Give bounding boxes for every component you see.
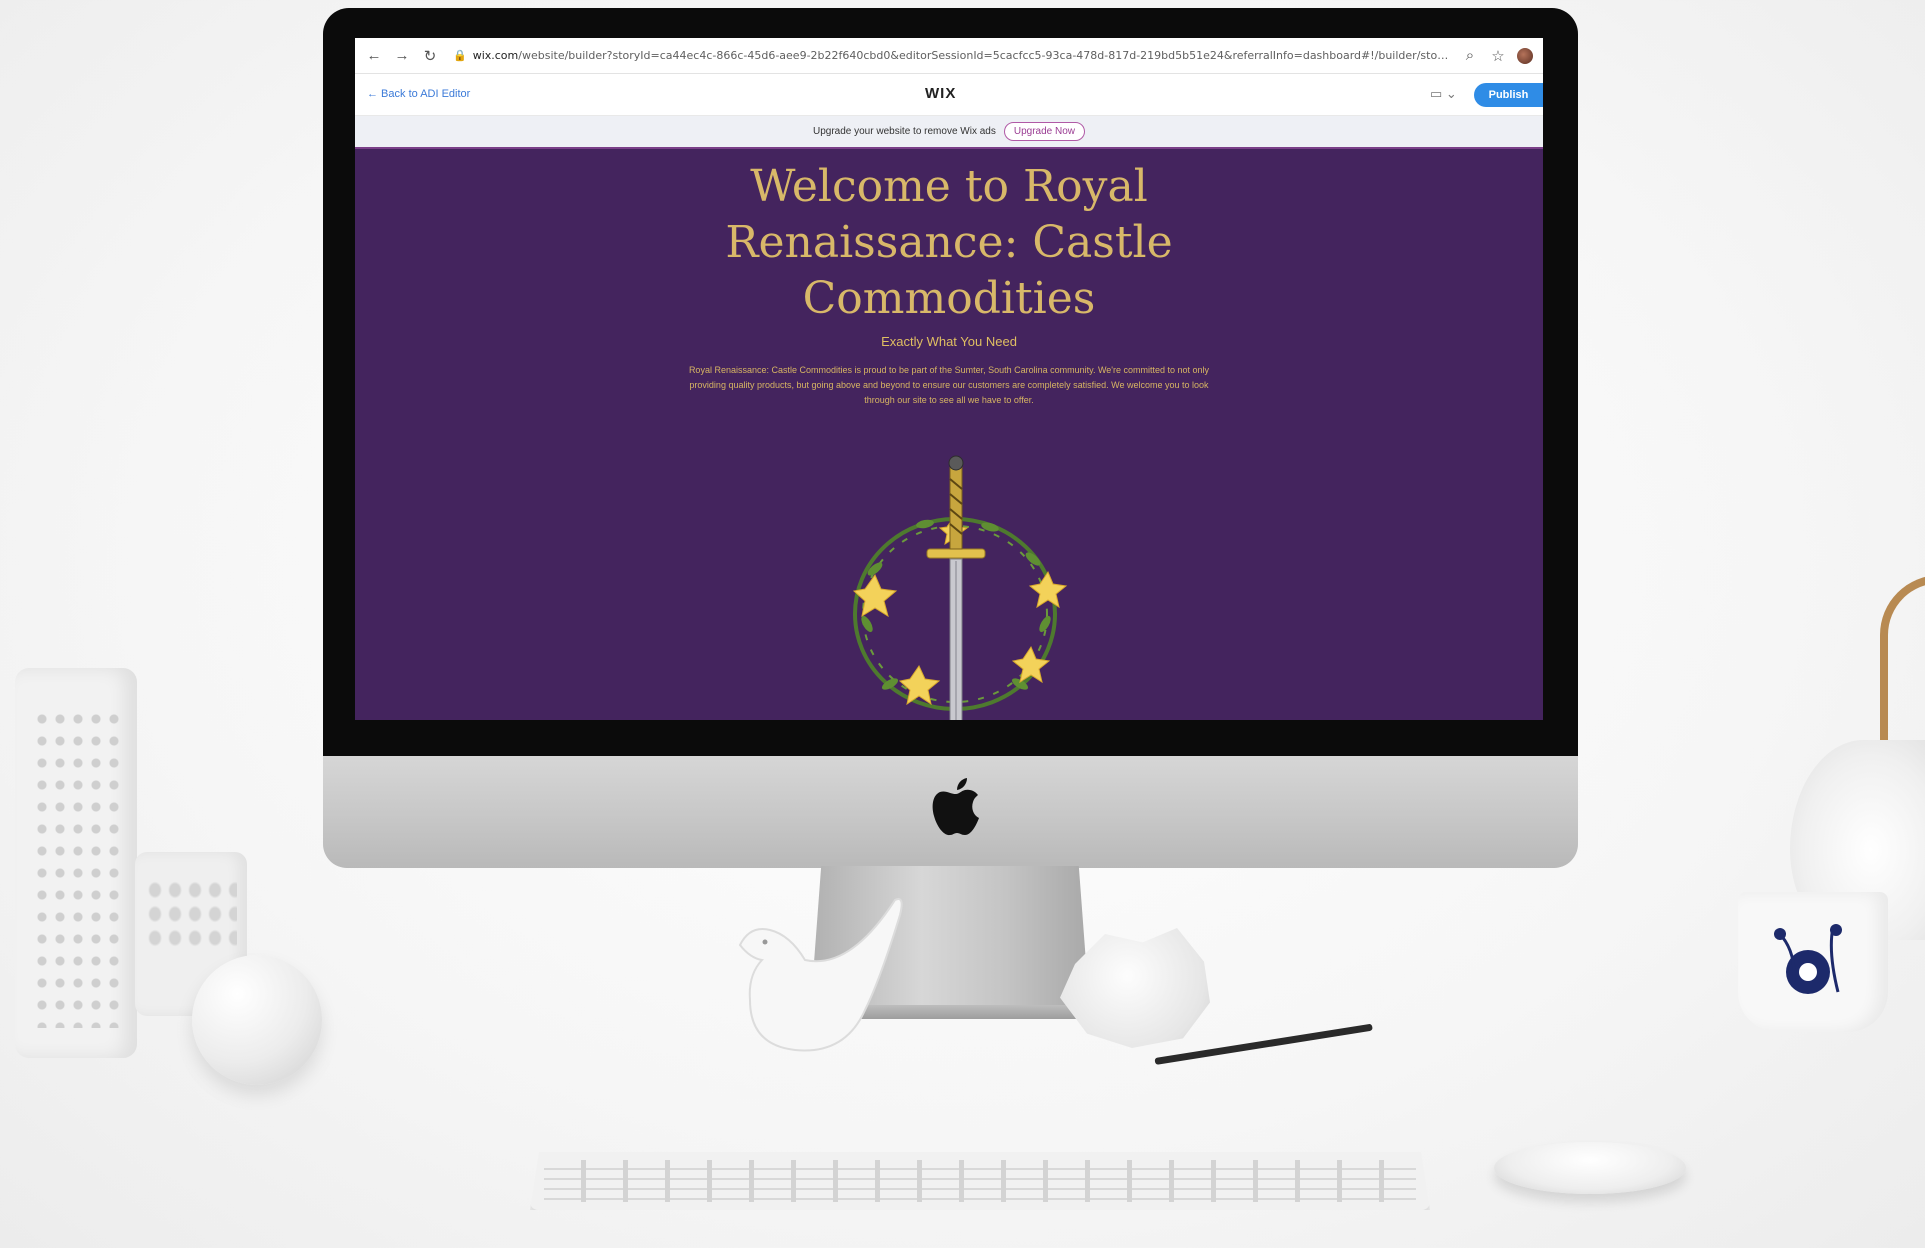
reload-icon[interactable]: ↻ xyxy=(421,47,439,65)
wix-ads-banner: Upgrade your website to remove Wix ads U… xyxy=(355,116,1543,149)
url-host: wix.com xyxy=(472,48,519,62)
wix-editor-header: ← Back to ADI Editor WIX ▭ ⌄ Publish xyxy=(355,74,1543,116)
wix-logo: WIX xyxy=(925,85,957,102)
blue-pattern-cup xyxy=(1738,892,1888,1032)
device-toggle-icon[interactable]: ▭ ⌄ xyxy=(1430,86,1457,102)
site-hero-section: Welcome to Royal Renaissance: Castle Com… xyxy=(355,149,1543,720)
back-to-adi-editor-link[interactable]: ← Back to ADI Editor xyxy=(367,88,470,100)
publish-button[interactable]: Publish xyxy=(1474,83,1543,107)
lock-icon: 🔒 xyxy=(453,48,467,62)
apple-logo-icon xyxy=(932,778,979,836)
keyboard xyxy=(530,1152,1430,1210)
sword-wreath-emblem xyxy=(852,455,1068,720)
profile-avatar[interactable] xyxy=(1517,47,1533,64)
white-bird-figurine xyxy=(738,898,903,1052)
page-subtitle: Exactly What You Need xyxy=(881,334,1017,349)
upgrade-now-button[interactable]: Upgrade Now xyxy=(1003,122,1085,141)
intro-paragraph: Royal Renaissance: Castle Commodities is… xyxy=(688,365,1210,405)
white-tall-vase xyxy=(15,668,137,1058)
ads-banner-text: Upgrade your website to remove Wix ads xyxy=(812,126,996,137)
back-arrow-icon[interactable]: ← xyxy=(365,47,383,64)
forward-arrow-icon[interactable]: → xyxy=(393,47,411,64)
star-icon[interactable]: ☆ xyxy=(1489,47,1507,65)
address-bar[interactable]: 🔒 wix.com/website/builder?storyId=ca44ec4… xyxy=(449,44,1451,68)
white-sphere-ornament xyxy=(192,955,322,1085)
zoom-icon[interactable]: ⌕ xyxy=(1461,47,1479,64)
url-path: /website/builder?storyId=ca44ec4c-866c-4… xyxy=(518,48,1451,62)
page-title: Welcome to Royal Renaissance: Castle Com… xyxy=(725,161,1173,324)
browser-toolbar: ← → ↻ 🔒 wix.com/website/builder?storyId=c… xyxy=(355,38,1543,74)
teapot-handle xyxy=(1880,575,1925,745)
mouse xyxy=(1494,1142,1686,1194)
imac-screen: ← → ↻ 🔒 wix.com/website/builder?storyId=c… xyxy=(355,38,1543,720)
